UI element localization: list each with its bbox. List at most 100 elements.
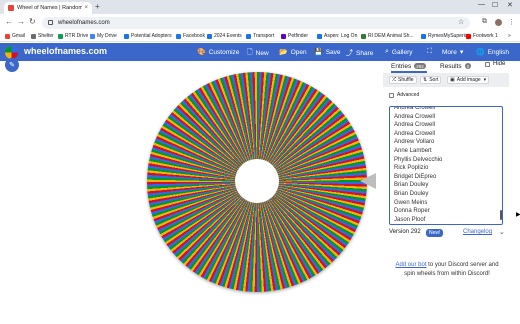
site-info-icon[interactable] <box>48 20 53 25</box>
wheel-center-hub[interactable] <box>235 159 279 203</box>
share-icon: ⤴ <box>346 50 353 57</box>
entry-line: Andrew Vollaro <box>394 139 435 146</box>
site-name[interactable]: wheelofnames.com <box>24 46 107 56</box>
maximize-icon[interactable]: ☐ <box>492 1 498 9</box>
bookmark-favicon-icon <box>281 33 286 39</box>
bookmark-favicon-icon <box>5 33 10 39</box>
bookmark-item[interactable]: Aspen: Log On <box>317 33 357 39</box>
more-bookmarks-icon[interactable]: » <box>508 33 511 39</box>
tab-entries[interactable]: Entries 292 <box>391 61 426 71</box>
bookmark-favicon-icon <box>361 33 366 39</box>
bookmark-item[interactable]: Potential Adopters <box>124 33 172 39</box>
customize-button[interactable]: 🎨 Customize <box>197 48 239 57</box>
save-button[interactable]: 💾 Save <box>314 48 341 57</box>
entry-line: Jason Ploof <box>394 216 426 223</box>
palette-icon: 🎨 <box>197 49 206 56</box>
bookmark-favicon-icon <box>58 33 63 39</box>
open-button[interactable]: 📂 Open <box>279 48 307 57</box>
advanced-checkbox-box[interactable] <box>389 92 394 98</box>
entry-line: Phyllis Delvecchio <box>394 156 443 163</box>
version-text: Version 292 <box>389 229 421 235</box>
gallery-button[interactable]: ⌕ Gallery <box>385 48 413 56</box>
edit-pencil-button[interactable]: ✎ <box>5 58 19 72</box>
wheel-favicon-icon <box>8 5 14 11</box>
tab-entries-label: Entries <box>391 62 412 70</box>
bookmark-item[interactable]: RymesMySuperior <box>421 33 469 39</box>
back-icon[interactable]: ← <box>5 17 13 26</box>
bookmark-item[interactable]: Facebook <box>176 33 205 39</box>
entry-line: Donna Roper <box>394 208 430 215</box>
hide-checkbox-box[interactable] <box>485 61 490 67</box>
entries-toolbar: ⤮ Shuffle ⇅ Sort ▣ Add image ▾ <box>383 73 509 87</box>
extensions-icon[interactable]: ⧉ <box>482 18 487 26</box>
chevron-down-icon[interactable]: ⌄ <box>499 228 505 236</box>
language-label: English <box>487 48 510 56</box>
entry-line: Andrea Crowell <box>394 106 436 111</box>
tab-results-label: Results <box>440 62 462 70</box>
new-button[interactable]: 🗋 New <box>247 48 269 59</box>
image-icon: ▣ <box>450 77 455 83</box>
bookmark-item[interactable]: Shelter <box>31 33 54 39</box>
advanced-checkbox[interactable]: Advanced <box>389 92 419 98</box>
add-image-label: Add image <box>456 77 481 83</box>
bookmark-item[interactable]: Petfinder <box>281 33 308 39</box>
bookmark-item[interactable]: RI DEM Animal Sh... <box>361 33 414 39</box>
profile-avatar[interactable] <box>495 19 502 26</box>
chevron-down-icon: ▾ <box>483 77 487 83</box>
language-button[interactable]: 🌐 English <box>476 48 510 57</box>
bookmark-item[interactable]: My Drive <box>90 33 117 39</box>
bookmark-favicon-icon <box>207 33 212 39</box>
entries-count-badge: 292 <box>414 63 426 69</box>
bookmark-label: Potential Adopters <box>131 33 172 39</box>
entries-panel: Entries 292 Results 0 Hide ⤮ Shuffle ⇅ S… <box>383 61 509 324</box>
entries-scrollbar[interactable] <box>500 210 502 220</box>
bookmark-favicon-icon <box>124 33 129 39</box>
gallery-label: Gallery <box>391 48 413 56</box>
bookmark-star-icon[interactable]: ☆ <box>458 18 464 26</box>
browser-tab-strip: Wheel of Names | Random Na × + — ☐ ✕ <box>0 0 520 14</box>
entry-line: Rick Poplizio <box>394 165 429 172</box>
new-badge: New! <box>426 229 444 237</box>
bookmark-label: Gmail <box>12 33 26 39</box>
bookmark-label: Petfinder <box>288 33 309 39</box>
entries-textarea[interactable]: Andrea Crowell Andrea Crowell Andrea Crowe… <box>389 106 503 225</box>
changelog-link[interactable]: Changelog <box>463 229 492 235</box>
more-button[interactable]: More ▾ <box>442 48 466 57</box>
minimize-icon[interactable]: — <box>478 1 485 8</box>
hide-checkbox[interactable]: Hide <box>485 61 505 67</box>
bookmark-label: RymesMySuperior <box>428 33 470 39</box>
close-tab-icon[interactable]: × <box>84 5 88 11</box>
new-tab-button[interactable]: + <box>95 2 100 11</box>
bookmark-label: RTR Drive <box>65 33 89 39</box>
reload-icon[interactable]: ↻ <box>29 17 36 26</box>
bookmark-item[interactable]: 2024 Events <box>207 33 242 39</box>
bookmark-label: Facebook <box>183 33 205 39</box>
shuffle-button[interactable]: ⤮ Shuffle <box>389 76 417 84</box>
bookmark-item[interactable]: Gmail <box>5 33 25 39</box>
bookmark-item[interactable]: Transport <box>246 33 274 39</box>
entry-line: Bridget DiEpreo <box>394 173 437 180</box>
forward-icon[interactable]: → <box>17 17 25 26</box>
entry-line: Gwen Meins <box>394 199 428 206</box>
wheel-pointer-icon <box>360 173 376 189</box>
browser-tab[interactable]: Wheel of Names | Random Na × <box>4 2 92 14</box>
mouse-cursor-icon: ▶ <box>516 212 520 218</box>
browser-menu-icon[interactable]: ⋮ <box>508 18 515 26</box>
add-bot-link[interactable]: Add our bot <box>395 262 426 268</box>
sort-button[interactable]: ⇅ Sort <box>420 76 442 84</box>
tab-results[interactable]: Results 0 <box>440 61 472 71</box>
fullscreen-button[interactable]: ⛶ <box>427 48 435 56</box>
bookmark-item[interactable]: Footwork 1 <box>466 33 498 39</box>
close-window-icon[interactable]: ✕ <box>507 1 513 9</box>
address-bar[interactable]: wheelofnames.com <box>42 16 470 29</box>
bookmark-label: Aspen: Log On <box>324 33 358 39</box>
entry-line: Andrea Crowell <box>394 122 436 129</box>
bookmark-label: Transport <box>253 33 275 39</box>
bookmark-favicon-icon <box>466 33 471 39</box>
bookmark-item[interactable]: RTR Drive <box>58 33 88 39</box>
bookmark-label: Shelter <box>38 33 54 39</box>
share-label: Share <box>356 49 374 57</box>
add-image-button[interactable]: ▣ Add image ▾ <box>447 76 490 84</box>
share-button[interactable]: ⤴ Share <box>346 48 373 58</box>
bookmark-favicon-icon <box>421 33 426 39</box>
